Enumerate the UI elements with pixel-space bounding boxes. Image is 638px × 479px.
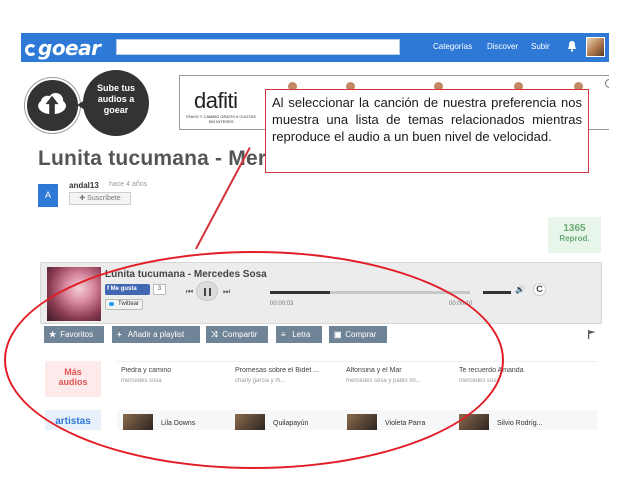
repeat-button[interactable]: C xyxy=(533,283,546,296)
volume-fill xyxy=(483,291,511,294)
artist-name: Silvio Rodríg... xyxy=(497,420,543,427)
goear-logo-icon xyxy=(25,44,37,56)
logo-text: goear xyxy=(38,36,101,60)
uploader-avatar[interactable]: A xyxy=(38,184,58,207)
flag-icon[interactable] xyxy=(588,330,596,339)
upload-text-3: goear xyxy=(103,105,129,115)
annotation-callout: Al seleccionar la canción de nuestra pre… xyxy=(265,89,589,173)
upload-text-2: audios a xyxy=(97,94,135,104)
annotation-ellipse xyxy=(4,251,504,469)
upload-text-1: Sube tus xyxy=(96,83,135,93)
play-count-badge: 1365 Reprod. xyxy=(548,217,601,253)
top-bar: goear Categorías Discover Subir xyxy=(21,33,609,62)
nav-subir[interactable]: Subir xyxy=(531,42,550,51)
play-count-label: Reprod. xyxy=(559,234,590,243)
volume-icon[interactable]: 🔊 xyxy=(515,285,525,294)
nav-categorias[interactable]: Categorías xyxy=(433,42,472,51)
nav-discover[interactable]: Discover xyxy=(487,42,518,51)
ad-tagline: ENVIO Y CAMBIO GRATIS 6 CUOTAS SIN INTER… xyxy=(186,114,256,124)
ad-brand: dafiti xyxy=(194,88,238,113)
upload-badge[interactable]: Sube tus audios a goear xyxy=(25,70,155,136)
volume-slider[interactable] xyxy=(483,291,511,294)
upload-bubble: Sube tus audios a goear xyxy=(77,70,149,136)
upload-cloud-icon xyxy=(25,78,80,133)
page-title: Lunita tucumana - Mer xyxy=(38,147,267,170)
goear-logo[interactable]: goear xyxy=(25,36,101,60)
info-icon[interactable]: i xyxy=(605,79,609,88)
user-avatar-menu[interactable] xyxy=(586,37,605,57)
play-count: 1365 xyxy=(563,223,586,234)
bell-icon[interactable] xyxy=(567,40,577,52)
upload-time: hace 4 años xyxy=(109,181,148,188)
subscribe-button[interactable]: ✚ Suscríbete xyxy=(69,192,131,205)
uploader-name[interactable]: andal13 xyxy=(69,181,99,190)
search-input[interactable] xyxy=(116,39,400,55)
